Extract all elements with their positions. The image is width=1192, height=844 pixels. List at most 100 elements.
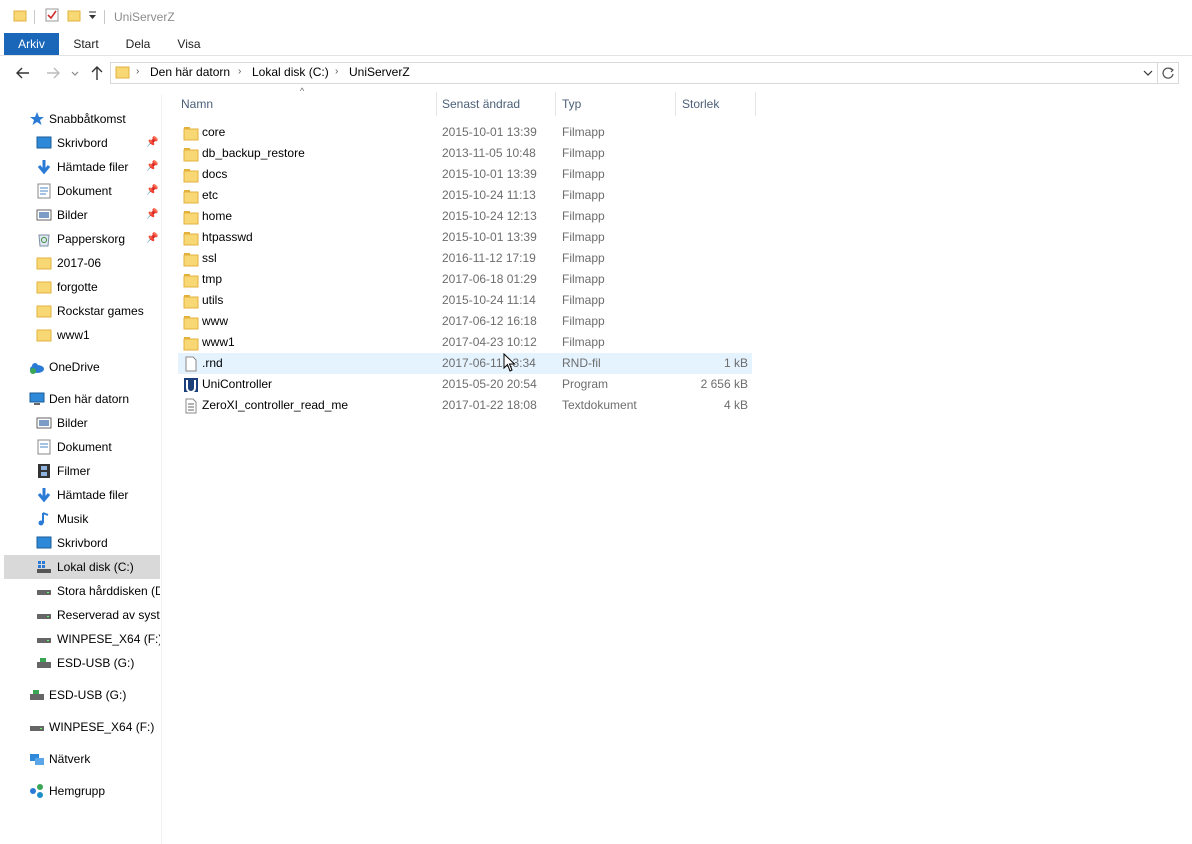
folder-icon [183,251,199,267]
folder-icon [183,230,199,246]
file-type: Filmapp [562,272,605,286]
nav-homegroup[interactable]: Hemgrupp [0,779,160,803]
file-row[interactable]: utils 2015-10-24 11:14 Filmapp [178,290,752,311]
file-row[interactable]: docs 2015-10-01 13:39 Filmapp [178,164,752,185]
file-row[interactable]: tmp 2017-06-18 01:29 Filmapp [178,269,752,290]
nav-pc-winpese[interactable]: WINPESE_X64 (F:) [0,627,160,651]
nav-item-dokument[interactable]: Dokument 📌 [0,179,160,203]
nav-pc-skrivbord[interactable]: Skrivbord [0,531,160,555]
up-arrow-icon[interactable] [88,64,106,82]
tab-arkiv[interactable]: Arkiv [4,33,59,55]
nav-item-papperskorg[interactable]: Papperskorg 📌 [0,227,160,251]
new-folder-icon[interactable] [67,8,81,22]
folder-icon [183,188,199,204]
nav-item-www1[interactable]: www1 [0,323,160,347]
desktop-icon [36,136,52,149]
nav-pc-reserverad[interactable]: Reserverad av systemet [0,603,160,627]
hard-drive-icon [37,590,51,595]
title-bar: UniServerZ [0,0,1192,32]
breadcrumb-chevron-icon[interactable]: › [335,66,338,77]
tab-visa[interactable]: Visa [167,33,211,55]
file-type: RND-fil [562,356,601,370]
nav-item-bilder[interactable]: Bilder 📌 [0,203,160,227]
folder-icon [13,10,27,22]
folder-icon [183,209,199,225]
network-icon [30,754,44,765]
folder-icon [115,66,130,79]
nav-item-hamtade-filer[interactable]: Hämtade filer 📌 [0,155,160,179]
recent-locations-chevron-icon[interactable] [69,64,87,82]
file-size: 1 kB [723,356,748,370]
file-row[interactable]: www1 2017-04-23 10:12 Filmapp [178,332,752,353]
nav-item-forgotte[interactable]: forgotte [0,275,160,299]
application-icon [183,377,199,393]
file-row[interactable]: htpasswd 2015-10-01 13:39 Filmapp [178,227,752,248]
file-name: UniController [202,377,273,391]
tab-dela[interactable]: Dela [116,33,160,55]
music-note-icon [38,512,49,526]
file-type: Filmapp [562,314,605,328]
file-date: 2015-10-01 13:39 [442,230,537,244]
column-header-name[interactable]: Namn [181,92,436,116]
address-dropdown-chevron-icon[interactable] [1142,67,1154,79]
file-row[interactable]: core 2015-10-01 13:39 Filmapp [178,122,752,143]
onedrive-cloud-icon [30,363,44,374]
breadcrumb-local-disk[interactable]: Lokal disk (C:) [252,65,329,79]
nav-pc-musik[interactable]: Musik [0,507,160,531]
navigation-pane: Snabbåtkomst Skrivbord 📌 Hämtade filer 📌… [0,95,162,844]
pin-icon[interactable]: 📌 [146,131,158,155]
file-row[interactable]: etc 2015-10-24 11:13 Filmapp [178,185,752,206]
nav-item-rockstar-games[interactable]: Rockstar games [0,299,160,323]
usb-drive-icon [30,690,44,700]
file-type: Program [562,377,609,391]
nav-pc-esd-usb[interactable]: ESD-USB (G:) [0,651,160,675]
folder-icon [183,167,199,183]
nav-pc-stora-harddisken[interactable]: Stora hårddisken (D:) [0,579,160,603]
file-row[interactable]: ssl 2016-11-12 17:19 Filmapp [178,248,752,269]
forward-arrow-icon[interactable] [44,64,62,82]
nav-pc-filmer[interactable]: Filmer [0,459,160,483]
pin-icon[interactable]: 📌 [146,179,158,203]
file-row[interactable]: db_backup_restore 2013-11-05 10:48 Filmapp [178,143,752,164]
nav-pc-hamtade-filer[interactable]: Hämtade filer [0,483,160,507]
back-arrow-icon[interactable] [14,64,32,82]
nav-onedrive[interactable]: OneDrive [0,355,160,379]
folder-icon [183,125,199,141]
column-header-size[interactable]: Storlek [682,92,752,116]
nav-item-skrivbord[interactable]: Skrivbord 📌 [0,131,160,155]
folder-icon [183,293,199,309]
window-title: UniServerZ [114,10,175,24]
nav-this-pc[interactable]: Den här datorn [0,387,160,411]
tab-start[interactable]: Start [64,33,108,55]
pin-icon[interactable]: 📌 [146,155,158,179]
file-row[interactable]: UniController 2015-05-20 20:54 Program 2 65… [178,374,752,395]
nav-item-2017-06[interactable]: 2017-06 [0,251,160,275]
nav-network[interactable]: Nätverk [0,747,160,771]
nav-quick-access[interactable]: Snabbåtkomst [0,107,160,131]
pin-icon[interactable]: 📌 [146,203,158,227]
pin-icon[interactable]: 📌 [146,227,158,251]
column-header-date[interactable]: Senast ändrad [442,92,554,116]
nav-winpese[interactable]: WINPESE_X64 (F:) [0,715,160,739]
nav-pc-bilder[interactable]: Bilder [0,411,160,435]
nav-esd-usb[interactable]: ESD-USB (G:) [0,683,160,707]
breadcrumb-uniserverz[interactable]: UniServerZ [349,65,410,79]
breadcrumb-chevron-icon[interactable]: › [136,66,139,77]
file-date: 2017-06-12 16:18 [442,314,537,328]
nav-pc-dokument[interactable]: Dokument [0,435,160,459]
file-row[interactable]: .rnd 2017-06-11 13:34 RND-fil 1 kB [178,353,752,374]
refresh-button[interactable] [1158,62,1179,84]
properties-icon[interactable] [45,8,59,22]
text-document-icon [183,398,199,414]
folder-icon [36,281,52,294]
breadcrumb-this-pc[interactable]: Den här datorn [150,65,230,79]
file-row[interactable]: home 2015-10-24 12:13 Filmapp [178,206,752,227]
file-row[interactable]: www 2017-06-12 16:18 Filmapp [178,311,752,332]
column-header-type[interactable]: Typ [562,92,674,116]
file-row[interactable]: ZeroXI_controller_read_me 2017-01-22 18:0… [178,395,752,416]
nav-pc-lokal-disk[interactable]: Lokal disk (C:) [4,555,160,579]
download-arrow-icon [37,488,51,503]
folder-icon [36,257,52,270]
breadcrumb-chevron-icon[interactable]: › [238,66,241,77]
customize-quick-access-icon[interactable] [88,8,98,22]
